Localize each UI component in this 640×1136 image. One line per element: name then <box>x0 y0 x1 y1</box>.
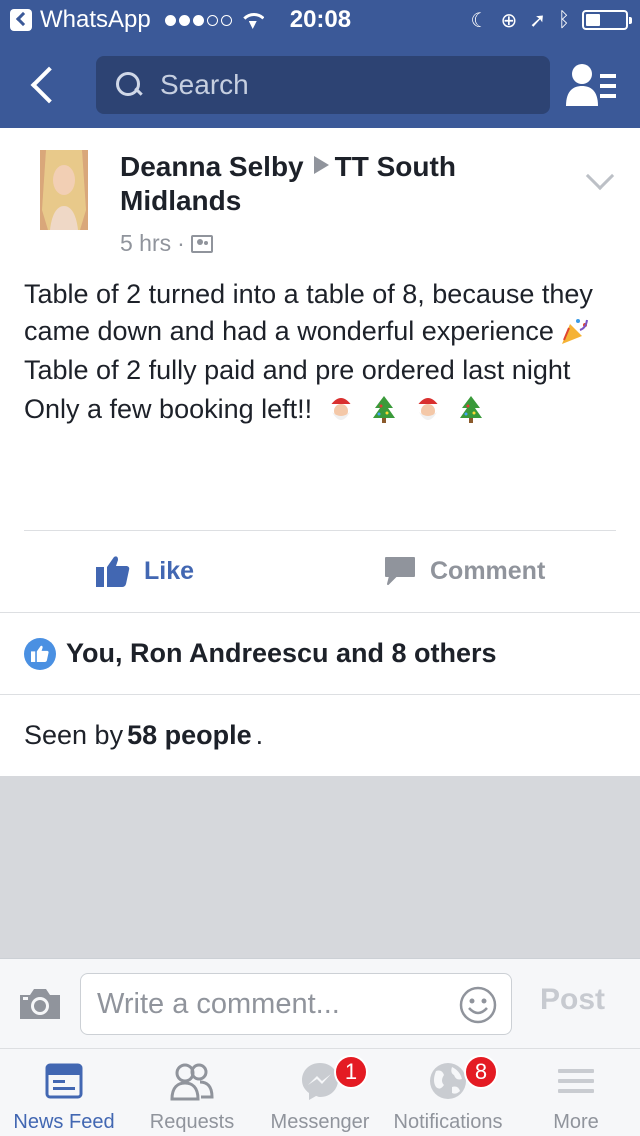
comment-box[interactable] <box>80 973 512 1035</box>
back-arrow-icon[interactable] <box>24 64 64 104</box>
smiley-icon[interactable] <box>459 986 497 1024</box>
reactions-text: You, Ron Andreescu and 8 others <box>66 638 497 668</box>
seen-suffix: . <box>255 720 264 750</box>
party-popper-icon <box>561 319 588 344</box>
thumbs-up-icon <box>96 556 130 587</box>
like-reaction-icon <box>24 637 56 670</box>
santa-icon <box>329 398 352 420</box>
like-button[interactable]: Like <box>96 548 194 594</box>
post-author-line: Deanna Selby TT South Midlands <box>120 150 540 218</box>
rotation-lock-icon: ⊕ <box>500 9 518 32</box>
comment-input[interactable] <box>97 987 437 1021</box>
post-time[interactable]: 5 hrs <box>120 230 171 257</box>
tab-label: News Feed <box>13 1111 115 1133</box>
christmas-tree-icon <box>460 396 483 423</box>
seen-count: 58 people <box>127 720 252 750</box>
location-icon: ➚ <box>529 9 546 32</box>
tab-label: Messenger <box>270 1111 370 1133</box>
post-line-2: Table of 2 fully paid and pre ordered la… <box>24 355 571 385</box>
post-divider <box>24 530 616 531</box>
seen-by[interactable]: Seen by 58 people . <box>0 694 640 776</box>
search-input[interactable] <box>160 69 520 101</box>
comment-button[interactable]: Comment <box>384 548 545 594</box>
post-line-1: Table of 2 turned into a table of 8, bec… <box>24 279 593 346</box>
friends-list-icon[interactable] <box>566 62 618 108</box>
tab-news-feed[interactable]: News Feed <box>0 1049 128 1136</box>
bluetooth-icon: ᛒ <box>558 8 570 31</box>
author-name[interactable]: Deanna Selby <box>120 151 304 182</box>
tab-requests[interactable]: Requests <box>128 1049 256 1136</box>
post-button[interactable]: Post <box>540 983 605 1017</box>
tab-bar: News Feed Requests Messenger 1 Notificat… <box>0 1048 640 1136</box>
post-line-3: Only a few booking left!! <box>24 394 313 424</box>
wifi-icon <box>242 11 264 29</box>
tab-label: More <box>553 1111 599 1133</box>
tab-label: Requests <box>149 1111 235 1133</box>
tab-messenger[interactable]: Messenger 1 <box>256 1049 384 1136</box>
seen-prefix: Seen by <box>24 720 124 750</box>
post-meta: 5 hrs · <box>120 230 213 257</box>
comment-composer: Post <box>0 958 640 1048</box>
meta-separator: · <box>177 230 185 256</box>
status-bar: WhatsApp 20:08 ☾ ⊕ ➚ ᛒ <box>0 0 640 40</box>
comment-label: Comment <box>430 556 546 585</box>
notifications-badge: 8 <box>464 1055 498 1089</box>
post-body: Table of 2 turned into a table of 8, bec… <box>24 276 620 430</box>
back-to-app-label[interactable]: WhatsApp <box>40 6 151 34</box>
moon-icon: ☾ <box>470 9 489 32</box>
menu-icon <box>558 1069 594 1093</box>
requests-icon <box>170 1063 214 1101</box>
tab-notifications[interactable]: Notifications 8 <box>384 1049 512 1136</box>
nav-bar <box>0 40 640 128</box>
back-to-app-icon[interactable] <box>10 9 32 31</box>
signal-icon <box>164 14 232 26</box>
globe-icon <box>430 1063 466 1099</box>
audience-group-icon <box>190 234 213 253</box>
christmas-tree-icon <box>373 396 396 423</box>
camera-icon[interactable] <box>18 987 62 1021</box>
clock: 20:08 <box>289 6 352 33</box>
battery-icon <box>582 10 632 30</box>
author-avatar[interactable] <box>40 150 88 230</box>
santa-icon <box>416 398 439 420</box>
arrow-right-icon <box>313 156 329 174</box>
chevron-down-icon[interactable] <box>585 161 615 191</box>
post-card: Deanna Selby TT South Midlands 5 hrs · Ta… <box>0 128 640 612</box>
search-box[interactable] <box>96 56 550 114</box>
tab-more[interactable]: More <box>512 1049 640 1136</box>
like-label: Like <box>144 556 195 585</box>
news-feed-icon <box>45 1063 83 1099</box>
reactions-summary[interactable]: You, Ron Andreescu and 8 others <box>0 612 640 694</box>
tab-label: Notifications <box>393 1111 503 1133</box>
comment-bubble-icon <box>385 557 415 585</box>
search-icon <box>114 70 144 100</box>
messenger-badge: 1 <box>334 1055 368 1089</box>
